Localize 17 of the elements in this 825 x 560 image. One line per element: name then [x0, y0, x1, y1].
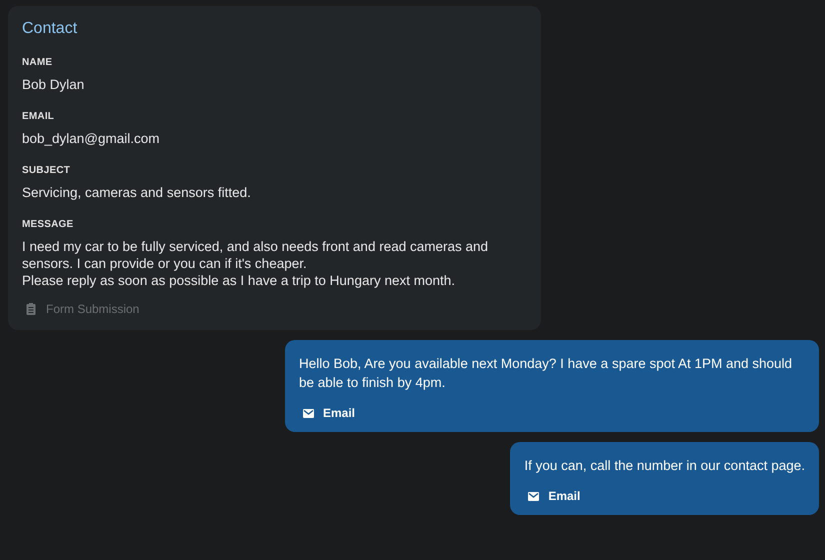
- field-label: SUBJECT: [22, 165, 70, 176]
- reply-text: If you can, call the number in our contact page.: [524, 457, 805, 475]
- field-label: EMAIL: [22, 111, 54, 122]
- field-value: I need my car to be fully serviced, and also needs front and read cameras and sensors. I can provide or you can if it's cheaper. Please reply as soon as possible as I have a trip to Hungary next month.: [22, 238, 490, 289]
- field-label: MESSAGE: [22, 219, 74, 230]
- channel-label: Email: [323, 406, 356, 420]
- envelope-icon: [303, 408, 314, 418]
- field-label: NAME: [22, 57, 52, 68]
- clipboard-icon: [26, 303, 36, 315]
- channel-label: Email: [548, 489, 580, 503]
- field-value: Servicing, cameras and sensors fitted.: [22, 184, 252, 201]
- envelope-icon: [528, 492, 540, 500]
- field-value: bob_dylan@gmail.com: [22, 130, 161, 147]
- source-label: Form Submission: [46, 302, 140, 316]
- reply-text: Hello Bob, Are you available next Monday? I have a spare spot At 1PM and should be able to finish by 4pm.: [299, 355, 794, 392]
- card-title: Contact: [22, 20, 78, 38]
- field-value: Bob Dylan: [22, 76, 86, 93]
